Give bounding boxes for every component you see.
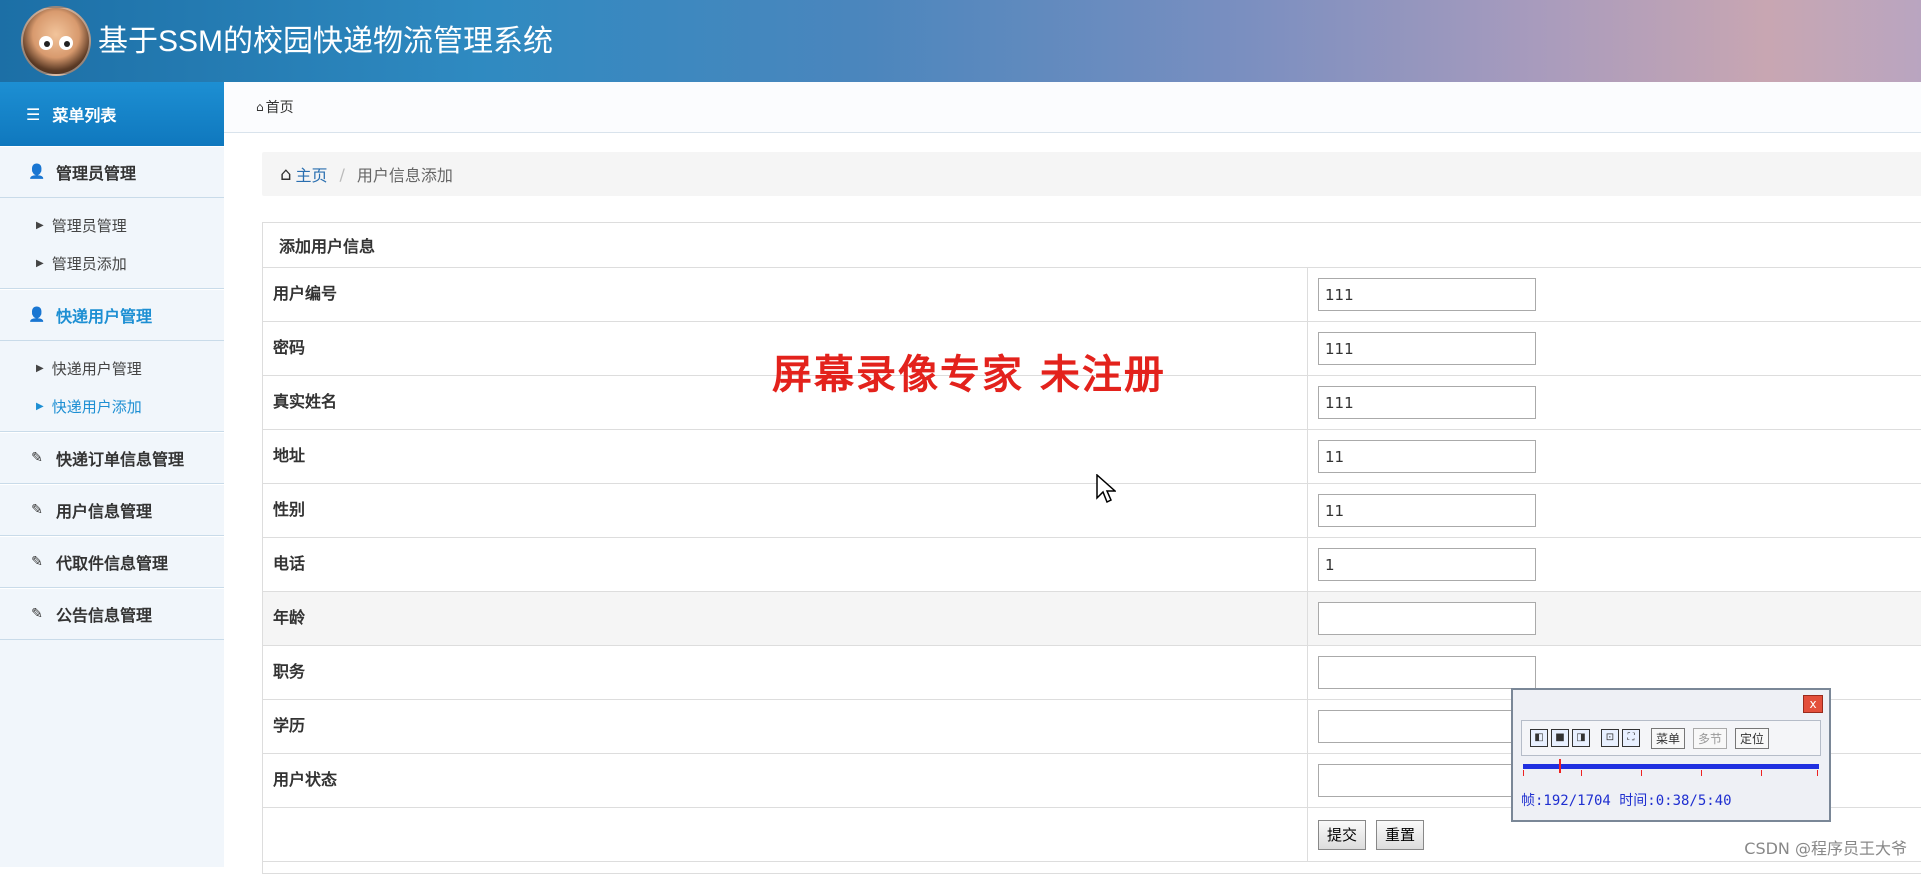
csdn-credit: CSDN @程序员王大爷	[1744, 839, 1907, 858]
caret-right-icon: ▶	[36, 400, 44, 412]
screen-recorder-widget: x ◧ ■ ◨ ⊡ ⛶ 菜单 多节 定位 帧:192/1704 时间:0:38/…	[1511, 688, 1831, 822]
sidebar-group-label: 用户信息管理	[56, 502, 153, 521]
sidebar-group-label: 快递订单信息管理	[56, 450, 185, 469]
field-label: 年龄	[263, 592, 1308, 645]
edit-icon: ✎	[31, 606, 43, 622]
sidebar-item-courier-user-add[interactable]: ▶ 快递用户添加	[0, 387, 224, 425]
field-label: 用户编号	[263, 268, 1308, 321]
logo-avatar	[21, 6, 91, 76]
track-tick	[1701, 770, 1702, 776]
sidebar-group-user-info[interactable]: ✎ 用户信息管理	[0, 484, 224, 536]
close-icon[interactable]: x	[1803, 695, 1823, 713]
form-row: 地址	[263, 430, 1921, 484]
recorder-menu-button[interactable]: 菜单	[1651, 727, 1686, 749]
submit-button[interactable]: 提交	[1318, 819, 1367, 850]
sidebar: ☰ 菜单列表 👤 管理员管理 ▶ 管理员管理 ▶ 管理员添加 👤 快递用户管理 …	[0, 82, 225, 867]
recorder-watermark: 屏幕录像专家 未注册	[772, 351, 1166, 398]
edit-icon: ✎	[31, 450, 43, 466]
user-icon: 👤	[28, 164, 46, 180]
password-input[interactable]	[1318, 332, 1536, 365]
track-tick	[1641, 770, 1642, 776]
caret-right-icon: ▶	[36, 219, 44, 231]
recorder-locate-button[interactable]: 定位	[1735, 727, 1770, 749]
sidebar-group-label: 快递用户管理	[56, 307, 153, 326]
form-row: 年龄	[263, 592, 1921, 646]
track-tick	[1761, 770, 1762, 776]
track-tick	[1817, 770, 1818, 776]
breadcrumb-home-link[interactable]: 主页	[295, 162, 327, 186]
caret-right-icon: ▶	[36, 362, 44, 374]
sidebar-group-label: 管理员管理	[56, 164, 137, 183]
app-header: 基于SSM的校园快递物流管理系统	[0, 0, 1921, 82]
recorder-status: 帧:192/1704 时间:0:38/5:40	[1521, 793, 1732, 809]
field-label: 用户状态	[263, 754, 1308, 807]
sidebar-item-admin-manage[interactable]: ▶ 管理员管理	[0, 206, 224, 244]
field-label: 地址	[263, 430, 1308, 483]
track-tick	[1581, 770, 1582, 776]
field-label: 电话	[263, 538, 1308, 591]
list-icon: ☰	[26, 104, 41, 124]
address-input[interactable]	[1318, 440, 1536, 473]
menu-list-header[interactable]: ☰ 菜单列表	[0, 82, 224, 146]
form-title: 添加用户信息	[263, 223, 1921, 268]
home-icon: ⌂	[280, 163, 292, 185]
caret-right-icon: ▶	[36, 257, 44, 269]
sidebar-group-admin[interactable]: 👤 管理员管理	[0, 146, 224, 198]
user-id-input[interactable]	[1318, 278, 1536, 311]
user-icon: 👤	[28, 307, 46, 323]
top-tab-bar: ⌂ 首页	[224, 82, 1921, 133]
education-input[interactable]	[1318, 710, 1536, 743]
admin-submenu: ▶ 管理员管理 ▶ 管理员添加	[0, 198, 224, 289]
next-frame-icon[interactable]: ◨	[1572, 729, 1590, 747]
track-tick	[1523, 770, 1524, 776]
edit-icon: ✎	[31, 554, 43, 570]
form-row: 电话	[263, 538, 1921, 592]
playback-playhead[interactable]	[1559, 759, 1561, 773]
form-row: 性别	[263, 484, 1921, 538]
reset-button[interactable]: 重置	[1376, 819, 1425, 850]
field-label: 性别	[263, 484, 1308, 537]
mouse-cursor-icon	[1096, 474, 1116, 504]
tab-home[interactable]: 首页	[266, 97, 294, 117]
recorder-section-button[interactable]: 多节	[1693, 727, 1728, 749]
real-name-input[interactable]	[1318, 386, 1536, 419]
sidebar-group-notice[interactable]: ✎ 公告信息管理	[0, 588, 224, 640]
prev-frame-icon[interactable]: ◧	[1530, 729, 1548, 747]
sidebar-group-courier-user[interactable]: 👤 快递用户管理	[0, 289, 224, 341]
field-label: 学历	[263, 700, 1308, 753]
sidebar-group-pickup[interactable]: ✎ 代取件信息管理	[0, 536, 224, 588]
fullscreen-icon[interactable]: ⛶	[1622, 729, 1640, 747]
edit-icon: ✎	[31, 502, 43, 518]
breadcrumb-current: 用户信息添加	[356, 166, 453, 185]
form-row: 用户编号	[263, 268, 1921, 322]
recorder-toolbar: ◧ ■ ◨ ⊡ ⛶ 菜单 多节 定位	[1521, 720, 1821, 756]
fit-window-icon[interactable]: ⊡	[1601, 729, 1619, 747]
sidebar-group-label: 公告信息管理	[56, 606, 153, 625]
position-input[interactable]	[1318, 656, 1536, 689]
age-input[interactable]	[1318, 602, 1536, 635]
home-icon: ⌂	[256, 100, 264, 114]
breadcrumb-separator: /	[339, 164, 345, 184]
sidebar-group-label: 代取件信息管理	[56, 554, 169, 573]
gender-input[interactable]	[1318, 494, 1536, 527]
menu-list-label: 菜单列表	[52, 106, 117, 125]
field-label: 职务	[263, 646, 1308, 699]
playback-track[interactable]	[1523, 764, 1819, 769]
sidebar-item-admin-add[interactable]: ▶ 管理员添加	[0, 244, 224, 282]
breadcrumb: ⌂ 主页 / 用户信息添加	[262, 152, 1921, 196]
phone-input[interactable]	[1318, 548, 1536, 581]
stop-icon[interactable]: ■	[1551, 729, 1569, 747]
user-status-input[interactable]	[1318, 764, 1536, 797]
courier-user-submenu: ▶ 快递用户管理 ▶ 快递用户添加	[0, 341, 224, 432]
sidebar-group-order[interactable]: ✎ 快递订单信息管理	[0, 432, 224, 484]
sidebar-item-courier-user-manage[interactable]: ▶ 快递用户管理	[0, 349, 224, 387]
system-title: 基于SSM的校园快递物流管理系统	[98, 25, 554, 58]
